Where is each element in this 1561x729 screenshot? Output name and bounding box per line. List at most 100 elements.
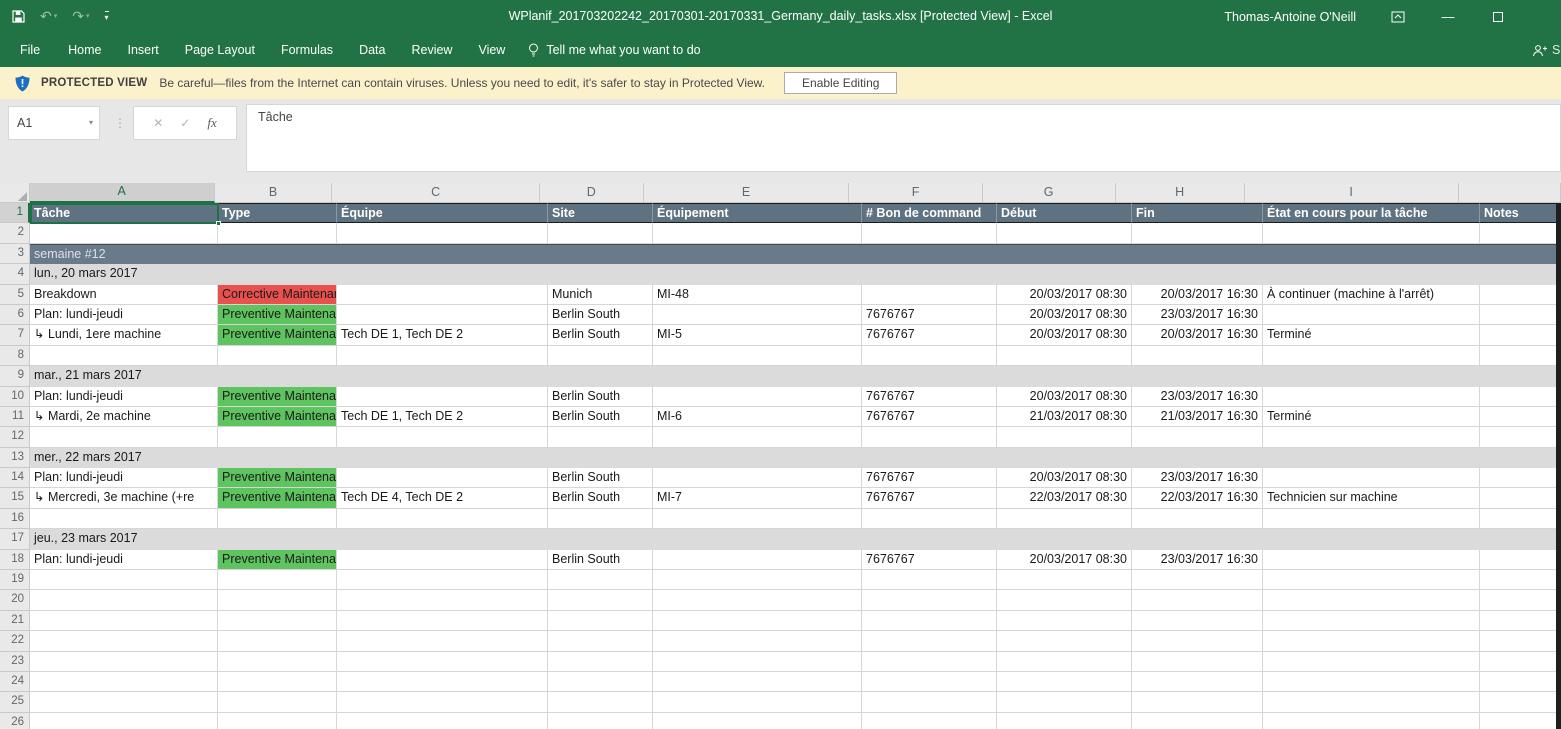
header-cell-B1[interactable]: Type <box>218 203 337 223</box>
cell-E19[interactable] <box>653 570 862 590</box>
cell-D22[interactable] <box>548 631 653 651</box>
cell-A11[interactable]: ↳ Mardi, 2e machine <box>30 407 218 427</box>
cell-F14[interactable]: 7676767 <box>862 468 997 488</box>
cell-H2[interactable] <box>1132 223 1263 243</box>
cell-B20[interactable] <box>218 590 337 610</box>
cell-B14[interactable]: Preventive Maintenance <box>218 468 337 488</box>
cell-G14[interactable]: 20/03/2017 08:30 <box>997 468 1132 488</box>
tab-view[interactable]: View <box>465 33 518 67</box>
row-header-12[interactable]: 12 <box>0 427 30 447</box>
cell-E25[interactable] <box>653 692 862 712</box>
row-header-26[interactable]: 26 <box>0 713 30 729</box>
cell-C18[interactable] <box>337 550 548 570</box>
date-band-row-17[interactable]: jeu., 23 mars 2017 <box>30 529 1561 549</box>
cell-I19[interactable] <box>1263 570 1480 590</box>
cell-H5[interactable]: 20/03/2017 16:30 <box>1132 285 1263 305</box>
cell-I25[interactable] <box>1263 692 1480 712</box>
cell-H25[interactable] <box>1132 692 1263 712</box>
row-header-20[interactable]: 20 <box>0 590 30 610</box>
header-cell-J1[interactable]: Notes <box>1480 203 1561 223</box>
cell-E16[interactable] <box>653 509 862 529</box>
header-cell-F1[interactable]: # Bon de command <box>862 203 997 223</box>
week-band-row-3[interactable]: semaine #12 <box>30 244 1561 264</box>
cell-I23[interactable] <box>1263 652 1480 672</box>
header-cell-D1[interactable]: Site <box>548 203 653 223</box>
row-header-10[interactable]: 10 <box>0 387 30 407</box>
cell-A22[interactable] <box>30 631 218 651</box>
cell-D25[interactable] <box>548 692 653 712</box>
header-cell-H1[interactable]: Fin <box>1132 203 1263 223</box>
row-header-16[interactable]: 16 <box>0 509 30 529</box>
row-header-11[interactable]: 11 <box>0 407 30 427</box>
cell-H14[interactable]: 23/03/2017 16:30 <box>1132 468 1263 488</box>
column-header-J[interactable] <box>1459 183 1561 203</box>
cell-D12[interactable] <box>548 427 653 447</box>
cell-B2[interactable] <box>218 223 337 243</box>
cell-J18[interactable] <box>1480 550 1561 570</box>
cell-I12[interactable] <box>1263 427 1480 447</box>
cell-H21[interactable] <box>1132 611 1263 631</box>
cell-F22[interactable] <box>862 631 997 651</box>
cell-E26[interactable] <box>653 713 862 729</box>
cell-A23[interactable] <box>30 652 218 672</box>
column-header-C[interactable]: C <box>332 183 540 203</box>
cell-C5[interactable] <box>337 285 548 305</box>
cell-F21[interactable] <box>862 611 997 631</box>
cell-B21[interactable] <box>218 611 337 631</box>
cancel-icon[interactable]: ✕ <box>153 116 163 130</box>
share-button[interactable]: Share <box>1532 33 1561 67</box>
minimize-button[interactable]: — <box>1440 9 1456 25</box>
cell-J25[interactable] <box>1480 692 1561 712</box>
cell-A18[interactable]: Plan: lundi-jeudi <box>30 550 218 570</box>
cell-J24[interactable] <box>1480 672 1561 692</box>
cell-H16[interactable] <box>1132 509 1263 529</box>
cell-J2[interactable] <box>1480 223 1561 243</box>
cell-G7[interactable]: 20/03/2017 08:30 <box>997 325 1132 345</box>
cell-C11[interactable]: Tech DE 1, Tech DE 2 <box>337 407 548 427</box>
cell-B7[interactable]: Preventive Maintenance <box>218 325 337 345</box>
cell-G24[interactable] <box>997 672 1132 692</box>
row-header-5[interactable]: 5 <box>0 285 30 305</box>
cell-A7[interactable]: ↳ Lundi, 1ere machine <box>30 325 218 345</box>
cell-A14[interactable]: Plan: lundi-jeudi <box>30 468 218 488</box>
row-header-4[interactable]: 4 <box>0 264 30 284</box>
cell-C22[interactable] <box>337 631 548 651</box>
cell-J21[interactable] <box>1480 611 1561 631</box>
cell-G11[interactable]: 21/03/2017 08:30 <box>997 407 1132 427</box>
cell-F24[interactable] <box>862 672 997 692</box>
cell-B6[interactable]: Preventive Maintenance <box>218 305 337 325</box>
cell-A10[interactable]: Plan: lundi-jeudi <box>30 387 218 407</box>
row-header-9[interactable]: 9 <box>0 366 30 386</box>
cell-G20[interactable] <box>997 590 1132 610</box>
cell-H23[interactable] <box>1132 652 1263 672</box>
cell-C23[interactable] <box>337 652 548 672</box>
row-header-7[interactable]: 7 <box>0 325 30 345</box>
cell-E15[interactable]: MI-7 <box>653 488 862 508</box>
row-header-24[interactable]: 24 <box>0 672 30 692</box>
cell-D10[interactable]: Berlin South <box>548 387 653 407</box>
cell-H7[interactable]: 20/03/2017 16:30 <box>1132 325 1263 345</box>
cell-G10[interactable]: 20/03/2017 08:30 <box>997 387 1132 407</box>
cell-E6[interactable] <box>653 305 862 325</box>
enable-editing-button[interactable]: Enable Editing <box>784 72 897 94</box>
cell-H26[interactable] <box>1132 713 1263 729</box>
tab-file[interactable]: File <box>5 33 55 67</box>
cell-A26[interactable] <box>30 713 218 729</box>
cell-D24[interactable] <box>548 672 653 692</box>
cell-H19[interactable] <box>1132 570 1263 590</box>
cell-C21[interactable] <box>337 611 548 631</box>
cell-H22[interactable] <box>1132 631 1263 651</box>
header-cell-I1[interactable]: État en cours pour la tâche <box>1263 203 1480 223</box>
cell-H8[interactable] <box>1132 346 1263 366</box>
cell-J7[interactable] <box>1480 325 1561 345</box>
cell-B5[interactable]: Corrective Maintenance <box>218 285 337 305</box>
cell-G5[interactable]: 20/03/2017 08:30 <box>997 285 1132 305</box>
cell-F18[interactable]: 7676767 <box>862 550 997 570</box>
cell-B15[interactable]: Preventive Maintenance <box>218 488 337 508</box>
cell-G23[interactable] <box>997 652 1132 672</box>
cell-E24[interactable] <box>653 672 862 692</box>
cell-D18[interactable]: Berlin South <box>548 550 653 570</box>
row-header-22[interactable]: 22 <box>0 631 30 651</box>
cell-G22[interactable] <box>997 631 1132 651</box>
name-box-dropdown-icon[interactable]: ▾ <box>89 107 93 139</box>
